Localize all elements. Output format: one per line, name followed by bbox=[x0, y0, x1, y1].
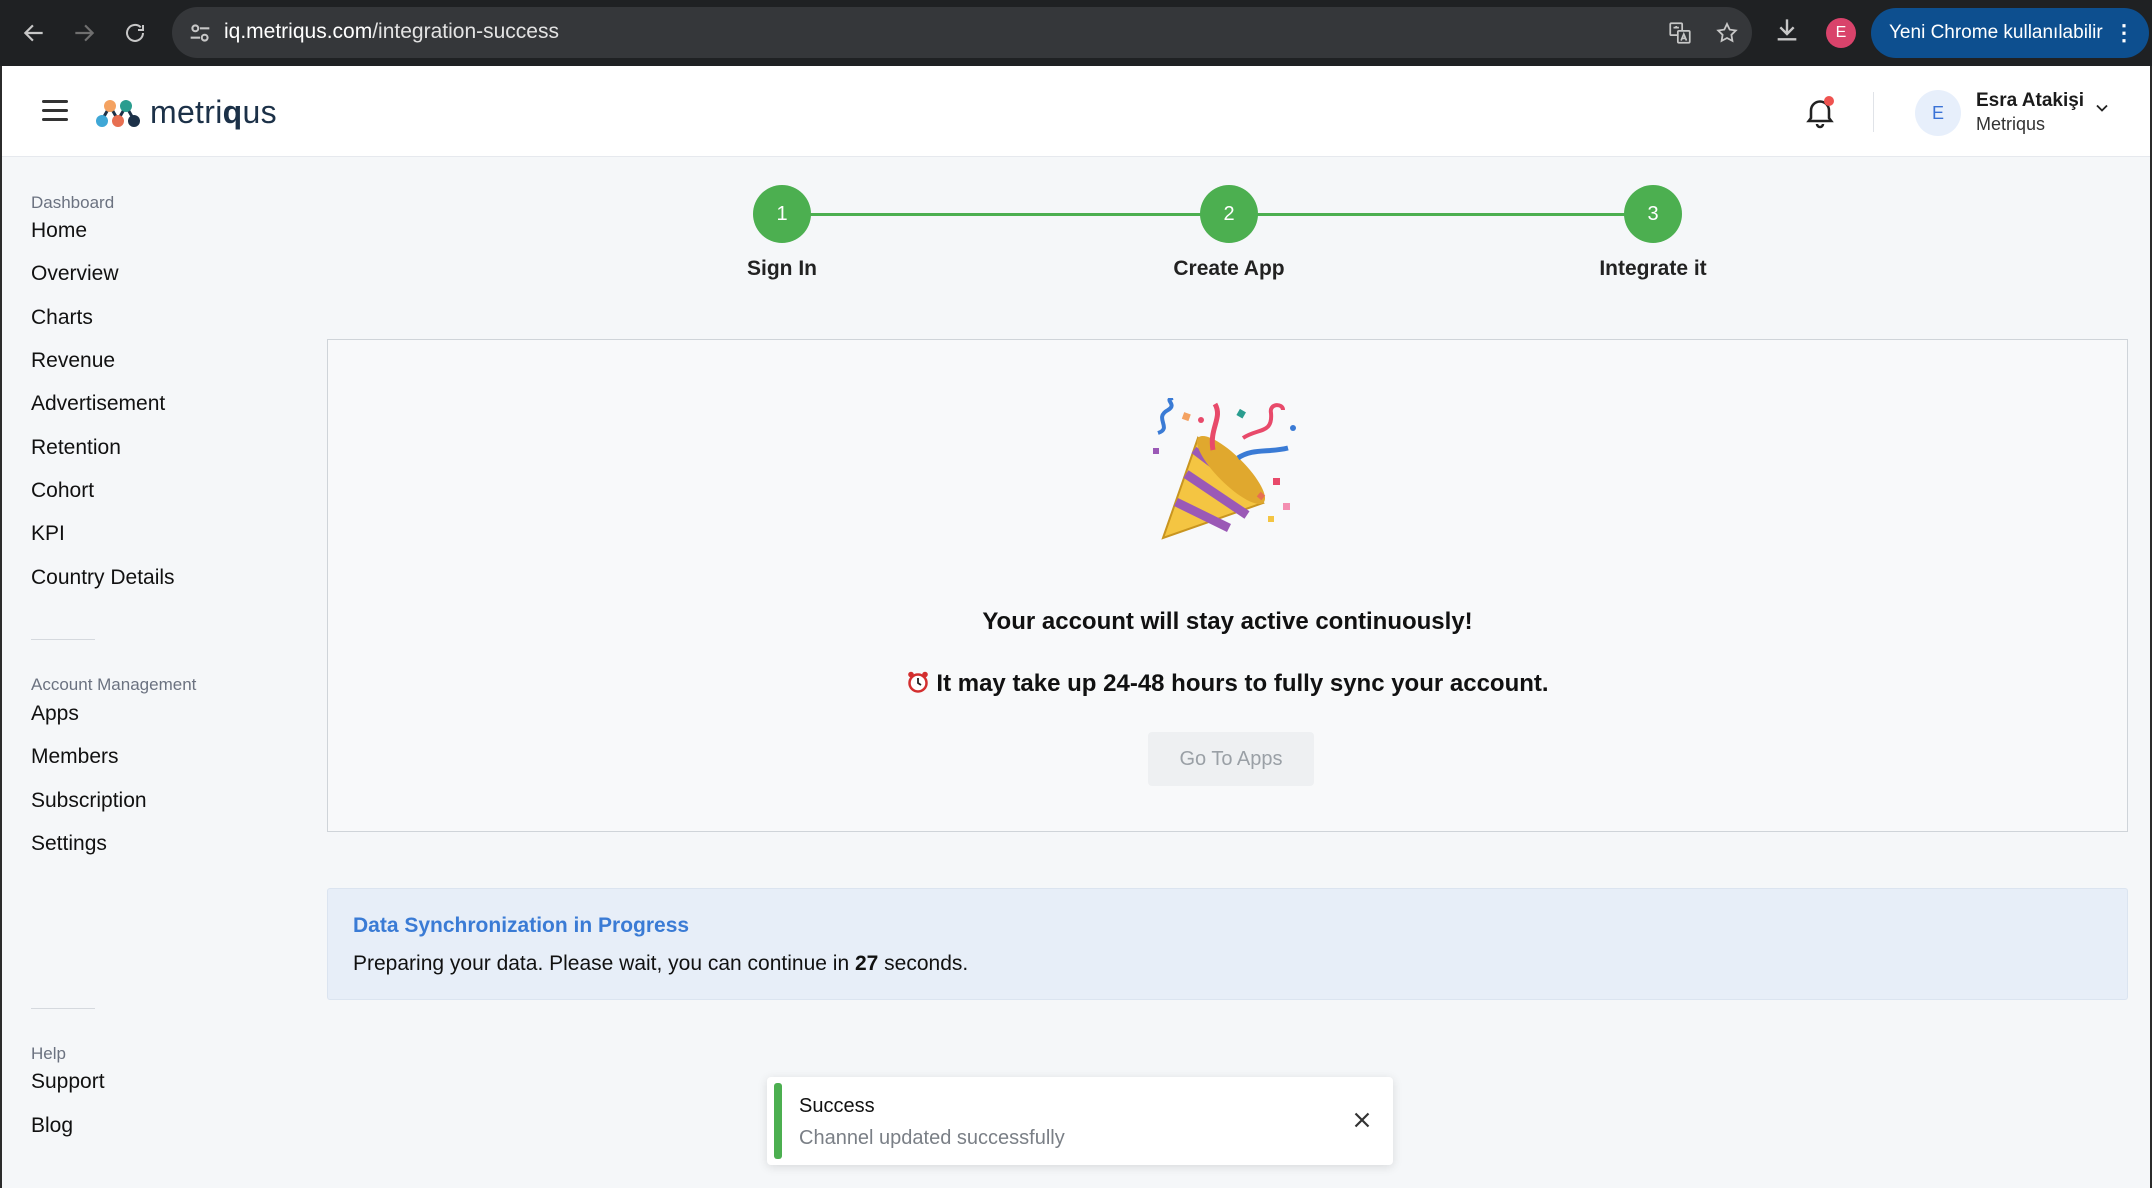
app-root: metriqus E Esra Atakişi Metriqus Dashboa… bbox=[2, 66, 2150, 1188]
sidebar-item-retention[interactable]: Retention bbox=[31, 436, 121, 460]
back-icon[interactable] bbox=[14, 13, 54, 53]
sidebar-item-cohort[interactable]: Cohort bbox=[31, 479, 94, 503]
toast-status-bar bbox=[774, 1083, 782, 1159]
sync-time-note: It may take up 24-48 hours to fully sync… bbox=[328, 670, 2127, 698]
header-divider bbox=[1873, 92, 1874, 132]
bookmark-star-icon[interactable] bbox=[1712, 18, 1742, 48]
chrome-update-label: Yeni Chrome kullanılabilir bbox=[1889, 22, 2103, 43]
site-settings-icon[interactable] bbox=[186, 19, 214, 47]
sidebar-item-blog[interactable]: Blog bbox=[31, 1114, 73, 1138]
download-icon[interactable] bbox=[1771, 14, 1807, 50]
forward-icon[interactable] bbox=[64, 13, 104, 53]
sidebar-item-support[interactable]: Support bbox=[31, 1070, 105, 1094]
sidebar-section-help: Help bbox=[31, 1044, 66, 1063]
chrome-update-button[interactable]: Yeni Chrome kullanılabilir ⋮ bbox=[1871, 8, 2149, 58]
chrome-profile-avatar[interactable]: E bbox=[1826, 18, 1856, 48]
notification-dot bbox=[1824, 96, 1834, 106]
sidebar-divider bbox=[31, 1008, 95, 1009]
step-1-label: Sign In bbox=[747, 257, 817, 280]
sidebar-item-revenue[interactable]: Revenue bbox=[31, 349, 115, 373]
step-2-circle: 2 bbox=[1200, 185, 1258, 243]
address-bar[interactable]: iq.metriqus.com/integration-success bbox=[172, 7, 1752, 58]
sidebar: Dashboard Home Overview Charts Revenue A… bbox=[2, 157, 292, 1188]
step-3-label: Integrate it bbox=[1599, 257, 1707, 280]
sidebar-divider bbox=[31, 639, 95, 640]
sidebar-item-apps[interactable]: Apps bbox=[31, 702, 79, 726]
success-headline: Your account will stay active continuous… bbox=[982, 608, 1473, 635]
more-menu-icon[interactable]: ⋮ bbox=[2113, 20, 2135, 46]
sidebar-section-dashboard: Dashboard bbox=[31, 193, 115, 212]
sidebar-item-country-details[interactable]: Country Details bbox=[31, 566, 175, 590]
party-popper-icon bbox=[1153, 398, 1296, 540]
sidebar-item-kpi[interactable]: KPI bbox=[31, 522, 65, 546]
countdown-seconds: 27 bbox=[854, 952, 879, 975]
close-icon[interactable] bbox=[1349, 1107, 1375, 1133]
sidebar-item-home[interactable]: Home bbox=[31, 219, 87, 243]
sidebar-item-subscription[interactable]: Subscription bbox=[31, 789, 147, 813]
stepper-connector bbox=[1229, 213, 1653, 216]
user-org: Metriqus bbox=[1976, 114, 2046, 134]
menu-icon[interactable] bbox=[42, 100, 68, 122]
user-name[interactable]: Esra Atakişi bbox=[1976, 90, 2084, 112]
step-1-circle: 1 bbox=[753, 185, 811, 243]
url-text: iq.metriqus.com/integration-success bbox=[224, 20, 559, 43]
sidebar-item-advertisement[interactable]: Advertisement bbox=[31, 392, 165, 416]
step-2-label: Create App bbox=[1173, 257, 1285, 280]
step-3-circle: 3 bbox=[1624, 185, 1682, 243]
translate-icon[interactable] bbox=[1665, 18, 1695, 48]
sidebar-item-overview[interactable]: Overview bbox=[31, 262, 119, 286]
sync-progress-text: Preparing your data. Please wait, you ca… bbox=[353, 952, 969, 975]
top-header: metriqus E Esra Atakişi Metriqus bbox=[2, 66, 2150, 157]
chevron-down-icon[interactable] bbox=[2092, 98, 2112, 118]
go-to-apps-button[interactable]: Go To Apps bbox=[1148, 732, 1314, 786]
success-toast: Success Channel updated successfully bbox=[767, 1077, 1393, 1165]
sidebar-section-account-management: Account Management bbox=[31, 675, 197, 694]
avatar[interactable]: E bbox=[1915, 90, 1961, 136]
integration-success-card: Your account will stay active continuous… bbox=[327, 339, 2128, 832]
sync-time-note-text: It may take up 24-48 hours to fully sync… bbox=[936, 670, 1549, 697]
toast-message: Channel updated successfully bbox=[799, 1127, 1065, 1149]
stepper-connector bbox=[782, 213, 1229, 216]
logo-text: metriqus bbox=[150, 94, 277, 130]
sidebar-item-members[interactable]: Members bbox=[31, 745, 119, 769]
reload-icon[interactable] bbox=[115, 13, 155, 53]
browser-toolbar: iq.metriqus.com/integration-success E Ye… bbox=[0, 0, 2152, 66]
sidebar-item-settings[interactable]: Settings bbox=[31, 832, 107, 856]
notification-bell-icon[interactable] bbox=[1802, 94, 1838, 130]
alarm-clock-icon bbox=[908, 671, 929, 693]
sync-progress-title: Data Synchronization in Progress bbox=[353, 914, 690, 937]
sidebar-item-charts[interactable]: Charts bbox=[31, 306, 93, 330]
logo[interactable]: metriqus bbox=[94, 94, 277, 131]
sync-progress-alert: Data Synchronization in Progress Prepari… bbox=[327, 888, 2128, 1000]
toast-title: Success bbox=[799, 1095, 875, 1117]
logo-mark-icon bbox=[96, 99, 140, 127]
